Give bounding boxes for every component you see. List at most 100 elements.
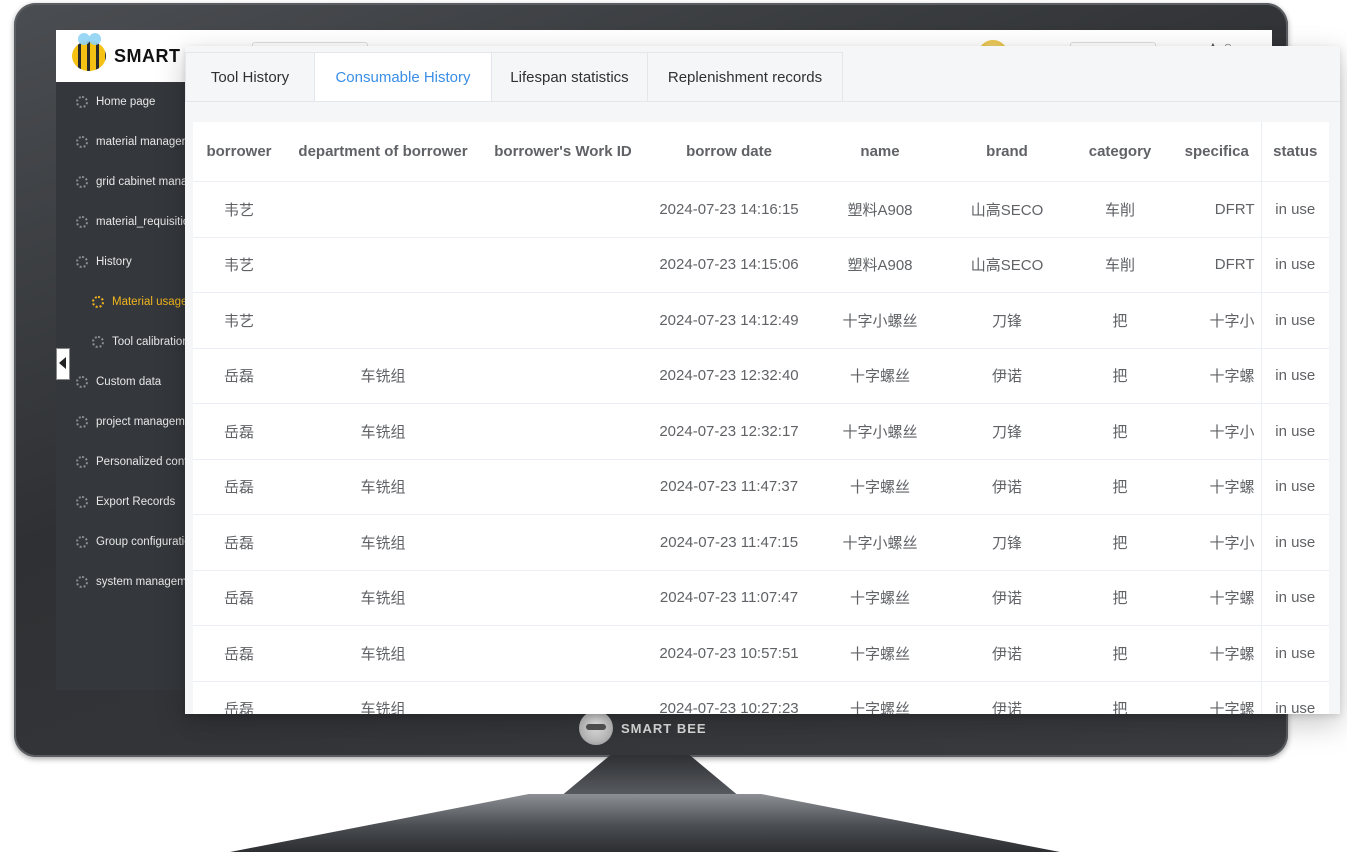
collapse-sidebar-icon[interactable] <box>56 348 70 380</box>
gear-icon <box>92 296 104 308</box>
table-cell <box>481 514 645 571</box>
table-row[interactable]: 韦艺 2024-07-23 14:12:49 十字小螺丝 刀锋把十字小 in use <box>193 292 1329 349</box>
sidebar-item[interactable]: Personalized confi <box>56 442 206 482</box>
sidebar-item[interactable]: Home page <box>56 82 206 122</box>
sidebar-item-label: Home page <box>96 96 156 108</box>
column-header[interactable]: department of borrower <box>285 122 481 182</box>
column-header[interactable]: specifica <box>1173 122 1261 182</box>
table-row[interactable]: 岳磊 车铣组 2024-07-23 12:32:17 十字小螺丝 刀锋把十字小 in us… <box>193 403 1329 460</box>
sidebar-item[interactable]: Material usage r <box>56 282 206 322</box>
table-cell: 把 <box>1067 514 1173 571</box>
table-cell: 十字螺丝 <box>813 625 947 682</box>
gear-icon <box>76 176 88 188</box>
table-cell: 车铣组 <box>285 514 481 571</box>
table-cell: 十字小 <box>1173 514 1261 571</box>
gear-icon <box>76 416 88 428</box>
table-cell: 车铣组 <box>285 681 481 714</box>
sidebar-item-label: Material usage r <box>112 296 195 308</box>
table-cell: 把 <box>1067 681 1173 714</box>
table-cell: in use <box>1260 570 1329 626</box>
table-cell: 岳磊 <box>193 403 285 460</box>
table-row[interactable]: 韦艺 2024-07-23 14:15:06 塑料A908 山高SECO 车削 DFRT i… <box>193 237 1329 293</box>
column-header[interactable]: status <box>1260 122 1329 182</box>
sidebar-item[interactable]: Group configuratio <box>56 522 206 562</box>
table-cell: DFRT <box>1173 237 1261 293</box>
table-cell: 十字小螺丝 <box>813 514 947 571</box>
column-header[interactable]: borrower <box>193 122 285 182</box>
sidebar-item-label: grid cabinet manag <box>96 176 194 188</box>
table-cell: 岳磊 <box>193 681 285 714</box>
sidebar-item-label: Export Records <box>96 496 176 508</box>
table-cell: 岳磊 <box>193 459 285 515</box>
sidebar-item[interactable]: Custom data <box>56 362 206 402</box>
sidebar-item-label: Tool calibration <box>112 336 189 348</box>
table-cell <box>481 237 645 293</box>
table-cell: 十字螺 <box>1173 625 1261 682</box>
sidebar-item[interactable]: project manageme <box>56 402 206 442</box>
table-cell <box>481 625 645 682</box>
table-cell <box>481 403 645 460</box>
table-body: 韦艺 2024-07-23 14:16:15 塑料A908 山高SECO 车削 DFRT i… <box>193 181 1329 714</box>
table-cell <box>285 237 481 293</box>
table-cell: 伊诺 <box>947 625 1067 682</box>
table-row[interactable]: 岳磊 车铣组 2024-07-23 10:57:51 十字螺丝 伊诺把十字螺 in use <box>193 625 1329 682</box>
table-cell: 2024-07-23 14:15:06 <box>645 237 813 293</box>
tab-bar: Tool History Consumable History Lifespan s… <box>185 52 843 102</box>
table-row[interactable]: 韦艺 2024-07-23 14:16:15 塑料A908 山高SECO 车削 DFRT i… <box>193 181 1329 238</box>
table-cell: in use <box>1260 625 1329 682</box>
gear-icon <box>76 536 88 548</box>
table-cell: 车削 <box>1067 237 1173 293</box>
table-cell: 刀锋 <box>947 292 1067 349</box>
table-cell: 十字小 <box>1173 292 1261 349</box>
sidebar-item[interactable]: material managem <box>56 122 206 162</box>
column-header[interactable]: name <box>813 122 947 182</box>
sidebar-item[interactable]: material_requisitio <box>56 202 206 242</box>
tab[interactable]: Tool History <box>185 52 315 102</box>
table-row[interactable]: 岳磊 车铣组 2024-07-23 10:27:23 十字螺丝 伊诺把十字螺 in use <box>193 681 1329 714</box>
tab-divider <box>185 101 1340 102</box>
sidebar-item[interactable]: Tool calibration <box>56 322 206 362</box>
table-cell: 2024-07-23 14:16:15 <box>645 181 813 238</box>
table-cell: 车削 <box>1067 181 1173 238</box>
table-cell: 2024-07-23 11:47:15 <box>645 514 813 571</box>
sidebar-item[interactable]: system manageme <box>56 562 206 602</box>
table-cell <box>481 570 645 626</box>
table-row[interactable]: 岳磊 车铣组 2024-07-23 11:47:37 十字螺丝 伊诺把十字螺 in use <box>193 459 1329 515</box>
table-cell: in use <box>1260 181 1329 238</box>
column-header[interactable]: category <box>1067 122 1173 182</box>
table-row[interactable]: 岳磊 车铣组 2024-07-23 12:32:40 十字螺丝 伊诺把十字螺 in use <box>193 348 1329 404</box>
vertical-scrollbar[interactable] <box>1329 122 1337 714</box>
table-cell: in use <box>1260 348 1329 404</box>
gear-icon <box>76 256 88 268</box>
table-cell: 把 <box>1067 625 1173 682</box>
table-row[interactable]: 岳磊 车铣组 2024-07-23 11:07:47 十字螺丝 伊诺把十字螺 in use <box>193 570 1329 626</box>
sidebar-item-label: material_requisitio <box>96 216 190 228</box>
bee-logo-icon <box>72 33 106 71</box>
tab[interactable]: Consumable History <box>314 52 492 102</box>
sidebar-item[interactable]: grid cabinet manag <box>56 162 206 202</box>
table-cell: in use <box>1260 403 1329 460</box>
tab[interactable]: Lifespan statistics <box>491 52 648 102</box>
column-header[interactable]: borrower's Work ID <box>481 122 645 182</box>
sidebar-item[interactable]: History <box>56 242 206 282</box>
table-cell: 十字小螺丝 <box>813 403 947 460</box>
table-cell: 车铣组 <box>285 625 481 682</box>
table-cell: 十字螺丝 <box>813 570 947 626</box>
table-cell <box>481 459 645 515</box>
column-header[interactable]: borrow date <box>645 122 813 182</box>
table-row[interactable]: 岳磊 车铣组 2024-07-23 11:47:15 十字小螺丝 刀锋把十字小 in us… <box>193 514 1329 571</box>
gear-icon <box>76 136 88 148</box>
table-cell <box>285 181 481 238</box>
table-cell: 伊诺 <box>947 570 1067 626</box>
column-header[interactable]: brand <box>947 122 1067 182</box>
table-cell: 山高SECO <box>947 181 1067 238</box>
table-cell: 十字螺 <box>1173 348 1261 404</box>
sidebar-item[interactable]: Export Records <box>56 482 206 522</box>
table-cell <box>481 292 645 349</box>
table-cell: 2024-07-23 12:32:40 <box>645 348 813 404</box>
table-cell: 十字螺 <box>1173 681 1261 714</box>
sidebar-item-label: Personalized confi <box>96 456 190 468</box>
table-cell: 十字螺 <box>1173 570 1261 626</box>
sidebar-item-label: Group configuratio <box>96 536 191 548</box>
tab[interactable]: Replenishment records <box>647 52 843 102</box>
